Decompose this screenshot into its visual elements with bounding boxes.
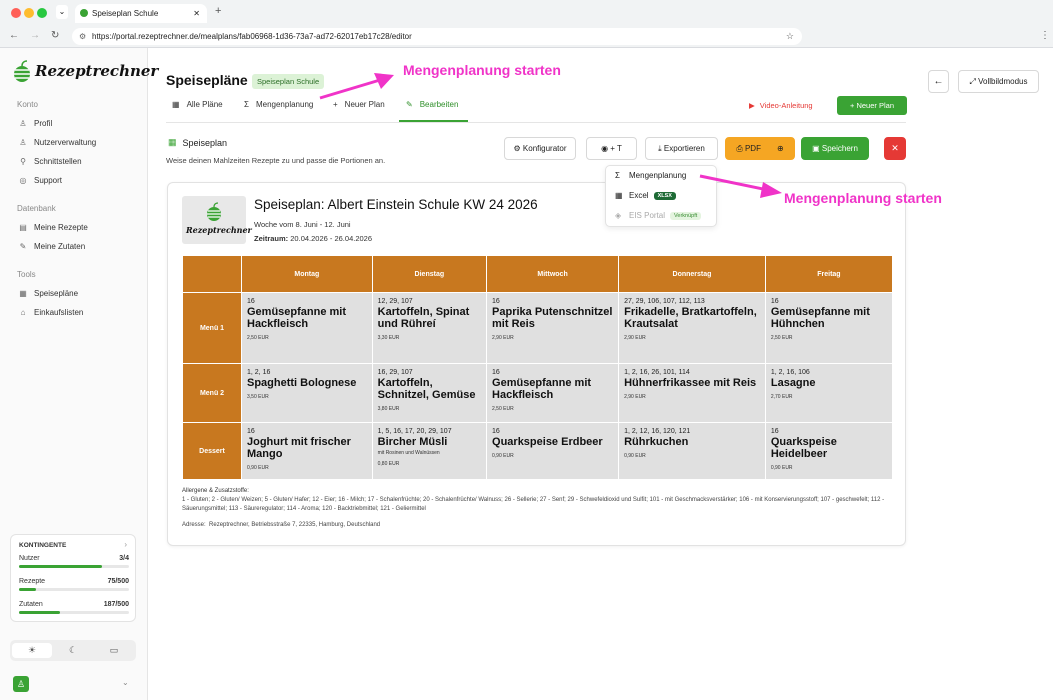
annotation-arrow-top (319, 73, 394, 100)
annotation-label-right: Mengenplanung starten (784, 190, 942, 206)
annotation-arrows (319, 73, 782, 198)
annotation-arrow-right (699, 174, 782, 198)
annotation-label-top: Mengenplanung starten (403, 62, 561, 78)
